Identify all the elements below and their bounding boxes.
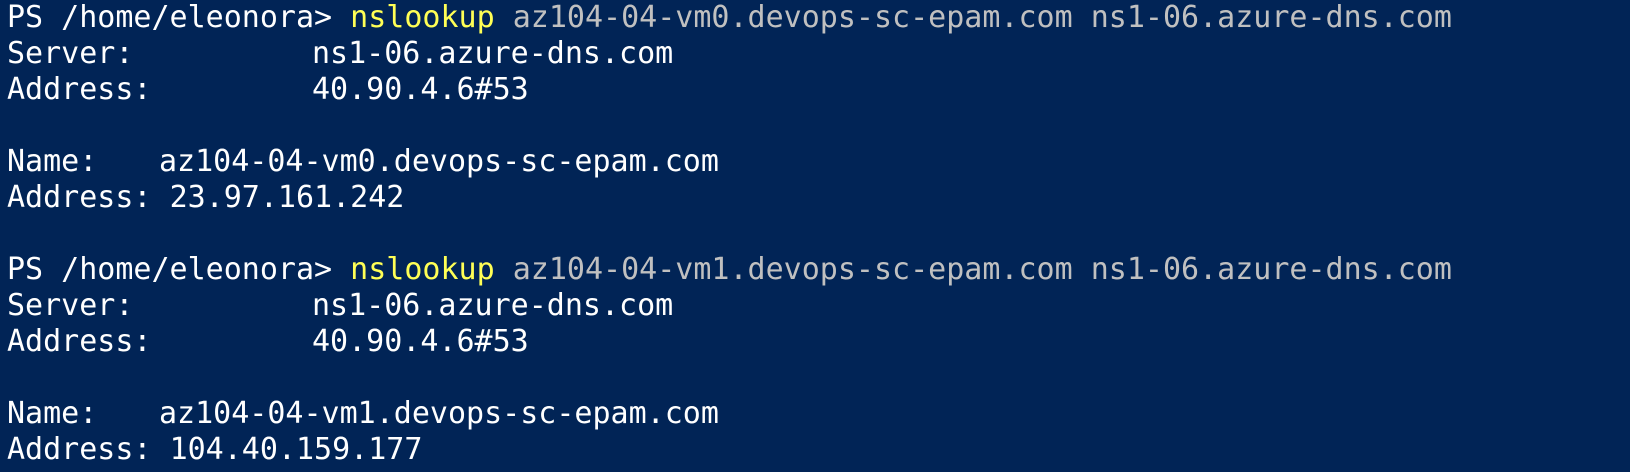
server-address-label: Address:	[7, 324, 152, 359]
server-value: ns1-06.azure-dns.com	[312, 36, 674, 71]
server-value: ns1-06.azure-dns.com	[312, 288, 674, 323]
address-label: Address:	[7, 432, 152, 467]
command-name: nslookup	[350, 252, 495, 287]
server-address-line: Address: 40.90.4.6#53	[7, 72, 529, 108]
prompt: PS /home/eleonora>	[7, 0, 351, 35]
server-address-value: 40.90.4.6#53	[312, 72, 529, 107]
command-name: nslookup	[350, 0, 495, 35]
server-line: Server: ns1-06.azure-dns.com	[7, 36, 673, 72]
server-label: Server:	[7, 288, 134, 323]
name-value: az104-04-vm1.devops-sc-epam.com	[159, 396, 719, 431]
name-line: Name: az104-04-vm0.devops-sc-epam.com	[7, 144, 719, 180]
command-arguments: az104-04-vm0.devops-sc-epam.com ns1-06.a…	[494, 0, 1452, 35]
command-line: PS /home/eleonora> nslookup az104-04-vm0…	[7, 0, 1452, 36]
terminal-window[interactable]: PS /home/eleonora> nslookup az104-04-vm0…	[0, 0, 1630, 472]
name-value: az104-04-vm0.devops-sc-epam.com	[159, 144, 719, 179]
server-address-label: Address:	[7, 72, 152, 107]
command-arguments: az104-04-vm1.devops-sc-epam.com ns1-06.a…	[494, 252, 1452, 287]
prompt: PS /home/eleonora>	[7, 252, 351, 287]
server-address-value: 40.90.4.6#53	[312, 324, 529, 359]
name-line: Name: az104-04-vm1.devops-sc-epam.com	[7, 396, 719, 432]
server-address-line: Address: 40.90.4.6#53	[7, 324, 529, 360]
command-line: PS /home/eleonora> nslookup az104-04-vm1…	[7, 252, 1452, 288]
address-value: 104.40.159.177	[169, 432, 423, 467]
address-line: Address: 23.97.161.242	[7, 180, 404, 216]
name-label: Name:	[7, 144, 98, 179]
server-label: Server:	[7, 36, 134, 71]
address-value: 23.97.161.242	[169, 180, 405, 215]
address-line: Address: 104.40.159.177	[7, 432, 422, 468]
address-label: Address:	[7, 180, 152, 215]
server-line: Server: ns1-06.azure-dns.com	[7, 288, 673, 324]
name-label: Name:	[7, 396, 98, 431]
